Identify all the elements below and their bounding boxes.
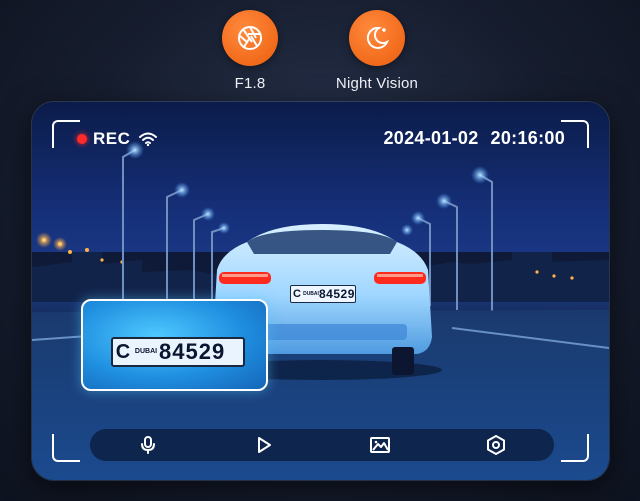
play-button[interactable] — [249, 430, 279, 460]
frame-corner-top-right — [561, 120, 589, 148]
microphone-button[interactable] — [133, 430, 163, 460]
frame-corner-top-left — [52, 120, 80, 148]
aperture-badge — [222, 10, 278, 66]
night-vision-badge — [349, 10, 405, 66]
rec-indicator-dot — [77, 134, 87, 144]
plate-zoom-inset: C DUBAI 84529 — [81, 299, 268, 391]
plate-zoom-number: 84529 — [159, 339, 226, 364]
plate-zoom: C DUBAI 84529 — [111, 337, 245, 367]
plate-city: DUBAI — [303, 291, 319, 297]
aperture-icon — [238, 26, 262, 50]
timestamp: 2024-01-02 20:16:00 — [383, 128, 565, 149]
wifi-icon — [139, 132, 158, 147]
plate-letter: C — [293, 288, 301, 300]
plate-zoom-city: DUBAI — [134, 348, 158, 355]
settings-button[interactable] — [481, 430, 511, 460]
camera-toolbar — [90, 429, 554, 461]
feature-label-aperture: F1.8 — [234, 75, 266, 92]
timestamp-time: 20:16:00 — [490, 128, 565, 148]
plate-zoom-letter: C — [115, 340, 131, 363]
frame-corner-bottom-right — [561, 434, 589, 462]
feature-label-night-vision: Night Vision — [335, 75, 419, 92]
rec-label: REC — [93, 129, 131, 148]
feature-night-vision: Night Vision — [317, 10, 437, 92]
camera-preview: C DUBAI 84529 C DUBAI 84529 REC 2024-01-… — [32, 102, 609, 480]
timestamp-date: 2024-01-02 — [383, 128, 479, 148]
gallery-icon — [370, 437, 390, 453]
frame-corner-bottom-left — [52, 434, 80, 462]
feature-aperture: F1.8 — [190, 10, 310, 92]
license-plate: C DUBAI 84529 — [290, 285, 356, 303]
settings-hexagon-icon — [487, 435, 505, 455]
play-icon — [258, 437, 271, 453]
microphone-icon — [141, 436, 155, 454]
plate-number: 84529 — [319, 287, 355, 301]
moon-stars-icon — [366, 26, 390, 49]
recording-status: REC — [77, 129, 158, 149]
gallery-button[interactable] — [365, 430, 395, 460]
